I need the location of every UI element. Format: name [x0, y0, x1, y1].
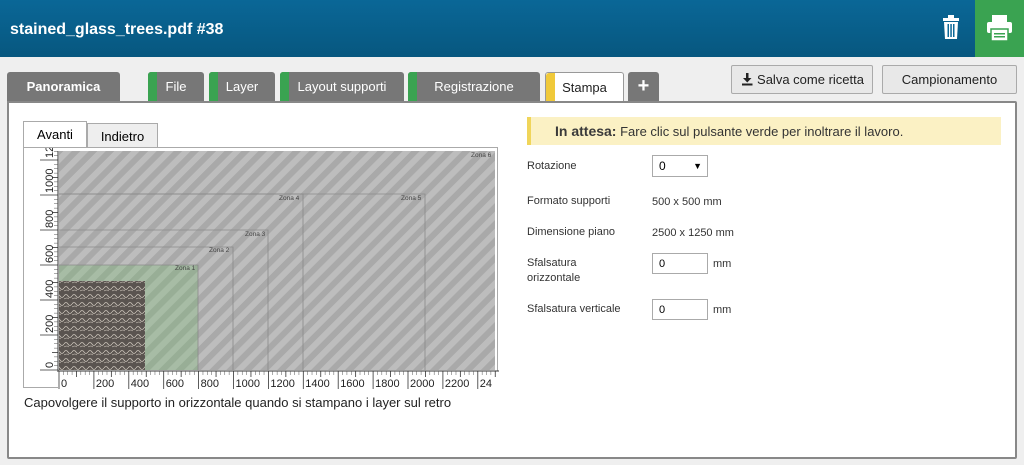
plus-icon: + [637, 75, 650, 97]
tab-stampa[interactable]: Stampa [545, 72, 624, 102]
flip-caption: Capovolgere il supporto in orizzontale q… [24, 395, 452, 410]
notice-text: Fare clic sul pulsante verde per inoltra… [616, 124, 904, 139]
printer-icon [987, 15, 1012, 42]
tab-panoramica[interactable]: Panoramica [7, 72, 120, 101]
notice-strong: In attesa: [555, 123, 617, 139]
y-ruler-label: 800 [44, 210, 56, 228]
tab-indietro-label: Indietro [100, 129, 145, 144]
x-ruler-label: 24 [480, 378, 492, 389]
y-ruler-label: 600 [44, 245, 56, 263]
save-recipe-label: Salva come ricetta [757, 72, 864, 87]
zone-6-label: Zona 6 [471, 152, 492, 159]
download-icon [742, 73, 753, 86]
tab-panoramica-label: Panoramica [26, 79, 101, 94]
tab-layout-label: Layout supporti [297, 79, 387, 94]
status-stripe [408, 72, 417, 101]
offset-horizontal-input[interactable] [652, 253, 708, 274]
save-recipe-button[interactable]: Salva come ricetta [731, 65, 873, 94]
x-ruler-label: 200 [96, 378, 114, 389]
tab-layer[interactable]: Layer [209, 72, 275, 101]
document-title: stained_glass_trees.pdf #38 [10, 21, 224, 38]
zone-2-label: Zona 2 [209, 247, 230, 254]
zone-3-label: Zona 3 [245, 231, 266, 238]
tab-indietro[interactable]: Indietro [87, 123, 158, 149]
status-stripe [280, 72, 289, 101]
tab-avanti-label: Avanti [37, 127, 73, 142]
zone-5-label: Zona 5 [401, 195, 422, 202]
offset-horizontal-label-1: Sfalsatura [527, 257, 577, 269]
print-button[interactable] [975, 0, 1024, 57]
y-ruler-label: 0 [44, 362, 56, 368]
y-ruler: 0 200 400 600 800 1000 1200 [24, 148, 59, 372]
media-format-value: 500 x 500 mm [652, 196, 722, 208]
tab-file-label: File [165, 79, 187, 94]
tab-avanti[interactable]: Avanti [23, 121, 87, 148]
x-ruler-label: 0 [61, 378, 67, 389]
zone-4-label: Zona 4 [279, 195, 300, 202]
bed-preview-canvas: 0 200 400 600 800 1000 1200 Zona 1 Zona 2 Zona… [24, 148, 499, 389]
y-ruler-label: 400 [44, 280, 56, 298]
zone-1-label: Zona 1 [175, 265, 196, 272]
tab-layer-label: Layer [225, 79, 259, 94]
status-notice: In attesa: Fare clic sul pulsante verde … [527, 117, 1001, 145]
y-ruler-label: 1000 [44, 169, 56, 193]
rotation-select[interactable]: 0 ▼ [652, 155, 708, 177]
offset-horizontal-unit: mm [713, 258, 732, 270]
media-format-label: Formato supporti [527, 195, 611, 207]
offset-horizontal-label: Sfalsatura orizzontale [527, 256, 580, 286]
x-ruler-label: 1000 [236, 378, 260, 389]
y-ruler-label: 1200 [44, 148, 56, 158]
rotation-value: 0 [659, 159, 666, 173]
tab-stampa-label: Stampa [562, 80, 607, 95]
offset-vertical-input[interactable] [652, 299, 708, 320]
status-stripe [209, 72, 218, 101]
offset-horizontal-label-2: orizzontale [527, 272, 581, 284]
x-ruler-label: 800 [201, 378, 219, 389]
x-ruler-label: 1200 [270, 378, 294, 389]
add-tab-button[interactable]: + [628, 72, 659, 101]
chevron-down-icon: ▼ [693, 161, 702, 171]
x-ruler-label: 2000 [410, 378, 434, 389]
bed-size-value: 2500 x 1250 mm [652, 227, 734, 239]
x-ruler-label: 400 [131, 378, 149, 389]
tab-file[interactable]: File [148, 72, 204, 101]
x-ruler-label: 2200 [445, 378, 469, 389]
x-ruler: 0 200 400 600 800 1000 1200 1400 1600 1800 2000 220… [58, 370, 499, 389]
tab-registrazione[interactable]: Registrazione [408, 72, 540, 101]
x-ruler-label: 600 [166, 378, 184, 389]
bed-preview: 0 200 400 600 800 1000 1200 Zona 1 Zona 2 Zona… [23, 147, 499, 389]
rotation-label: Rotazione [527, 160, 577, 172]
offset-vertical-unit: mm [713, 304, 732, 316]
x-ruler-label: 1600 [340, 378, 364, 389]
artwork-thumbnail [59, 281, 145, 370]
top-bar: stained_glass_trees.pdf #38 [0, 0, 1024, 57]
bed-size-label: Dimensione piano [527, 226, 616, 238]
offset-vertical-label: Sfalsatura verticale [527, 303, 621, 315]
tab-registrazione-label: Registrazione [434, 79, 514, 94]
status-stripe [546, 73, 555, 102]
trash-icon [943, 15, 959, 39]
tab-layout-supporti[interactable]: Layout supporti [280, 72, 404, 101]
x-ruler-label: 1400 [305, 378, 329, 389]
y-ruler-label: 200 [44, 315, 56, 333]
x-ruler-label: 1800 [375, 378, 399, 389]
sampling-button[interactable]: Campionamento [882, 65, 1017, 94]
sampling-label: Campionamento [901, 72, 998, 87]
delete-button[interactable] [930, 8, 972, 48]
status-stripe [148, 72, 157, 101]
